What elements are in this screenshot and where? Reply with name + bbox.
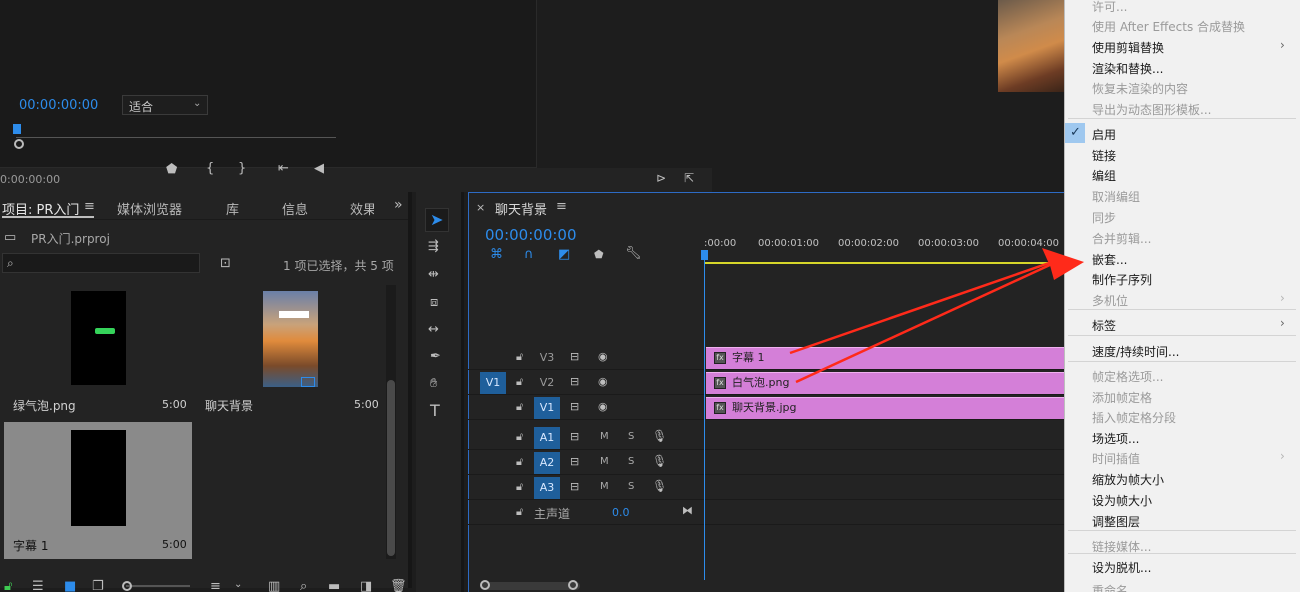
annotation-arrow-line [789,260,1053,355]
annotation-arrow-line [795,262,1053,384]
annotation-arrows [789,248,1084,384]
